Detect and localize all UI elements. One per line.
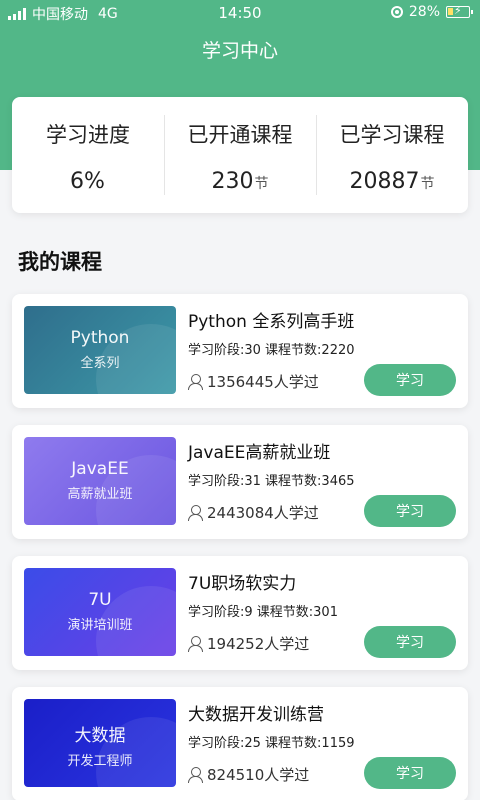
stat-label: 已学习课程	[339, 123, 445, 147]
status-right: 28% ⚡	[390, 4, 473, 20]
stat-value: 230节	[211, 169, 269, 194]
learner-count: 1356445人学过	[188, 371, 319, 392]
page-title: 学习中心	[201, 40, 278, 62]
learner-count: 2443084人学过	[188, 502, 319, 523]
user-icon	[188, 635, 203, 652]
study-button[interactable]: 学习	[364, 364, 456, 396]
learner-count: 824510人学过	[188, 764, 309, 785]
course-card[interactable]: JavaEE 高薪就业班 JavaEE高薪就业班 学习阶段:31 课程节数:34…	[12, 425, 468, 539]
rotation-lock-icon	[390, 6, 403, 18]
course-thumbnail[interactable]: Python 全系列	[24, 306, 176, 394]
course-name[interactable]: JavaEE高薪就业班	[188, 438, 330, 463]
course-thumbnail[interactable]: 大数据 开发工程师	[24, 699, 176, 787]
stat-value: 6%	[70, 169, 105, 194]
battery-percent: 28%	[408, 4, 440, 20]
course-meta: 学习阶段:9 课程节数:301	[188, 605, 338, 620]
course-name[interactable]: 大数据开发训练营	[188, 700, 324, 725]
stats-card: 学习进度 6% 已开通课程 230节 已学习课程 20887节	[12, 97, 468, 213]
stat-progress: 学习进度 6%	[12, 97, 164, 213]
user-icon	[188, 766, 203, 783]
user-icon	[188, 504, 203, 521]
study-button[interactable]: 学习	[364, 495, 456, 527]
course-thumbnail[interactable]: JavaEE 高薪就业班	[24, 437, 176, 525]
study-button[interactable]: 学习	[364, 626, 456, 658]
section-title: 我的课程	[18, 250, 102, 274]
course-card[interactable]: 7U 演讲培训班 7U职场软实力 学习阶段:9 课程节数:301 194252人…	[12, 556, 468, 670]
course-card[interactable]: Python 全系列 Python 全系列高手班 学习阶段:30 课程节数:22…	[12, 294, 468, 408]
stat-label: 学习进度	[46, 123, 130, 147]
course-card[interactable]: 大数据 开发工程师 大数据开发训练营 学习阶段:25 课程节数:1159 824…	[12, 687, 468, 800]
stat-value: 20887节	[349, 169, 435, 194]
course-thumbnail[interactable]: 7U 演讲培训班	[24, 568, 176, 656]
course-meta: 学习阶段:25 课程节数:1159	[188, 736, 355, 751]
stat-learned-courses: 已学习课程 20887节	[316, 97, 468, 213]
course-meta: 学习阶段:31 课程节数:3465	[188, 474, 355, 489]
stat-opened-courses: 已开通课程 230节	[164, 97, 316, 213]
status-bar: 中国移动 4G 14:50 28% ⚡	[0, 0, 480, 26]
course-list: Python 全系列 Python 全系列高手班 学习阶段:30 课程节数:22…	[12, 294, 468, 800]
study-button[interactable]: 学习	[364, 757, 456, 789]
course-name[interactable]: 7U职场软实力	[188, 569, 296, 594]
learner-count: 194252人学过	[188, 633, 309, 654]
user-icon	[188, 373, 203, 390]
stat-label: 已开通课程	[187, 123, 293, 147]
course-name[interactable]: Python 全系列高手班	[188, 307, 354, 332]
course-meta: 学习阶段:30 课程节数:2220	[188, 343, 355, 358]
battery-icon: ⚡	[446, 4, 473, 18]
